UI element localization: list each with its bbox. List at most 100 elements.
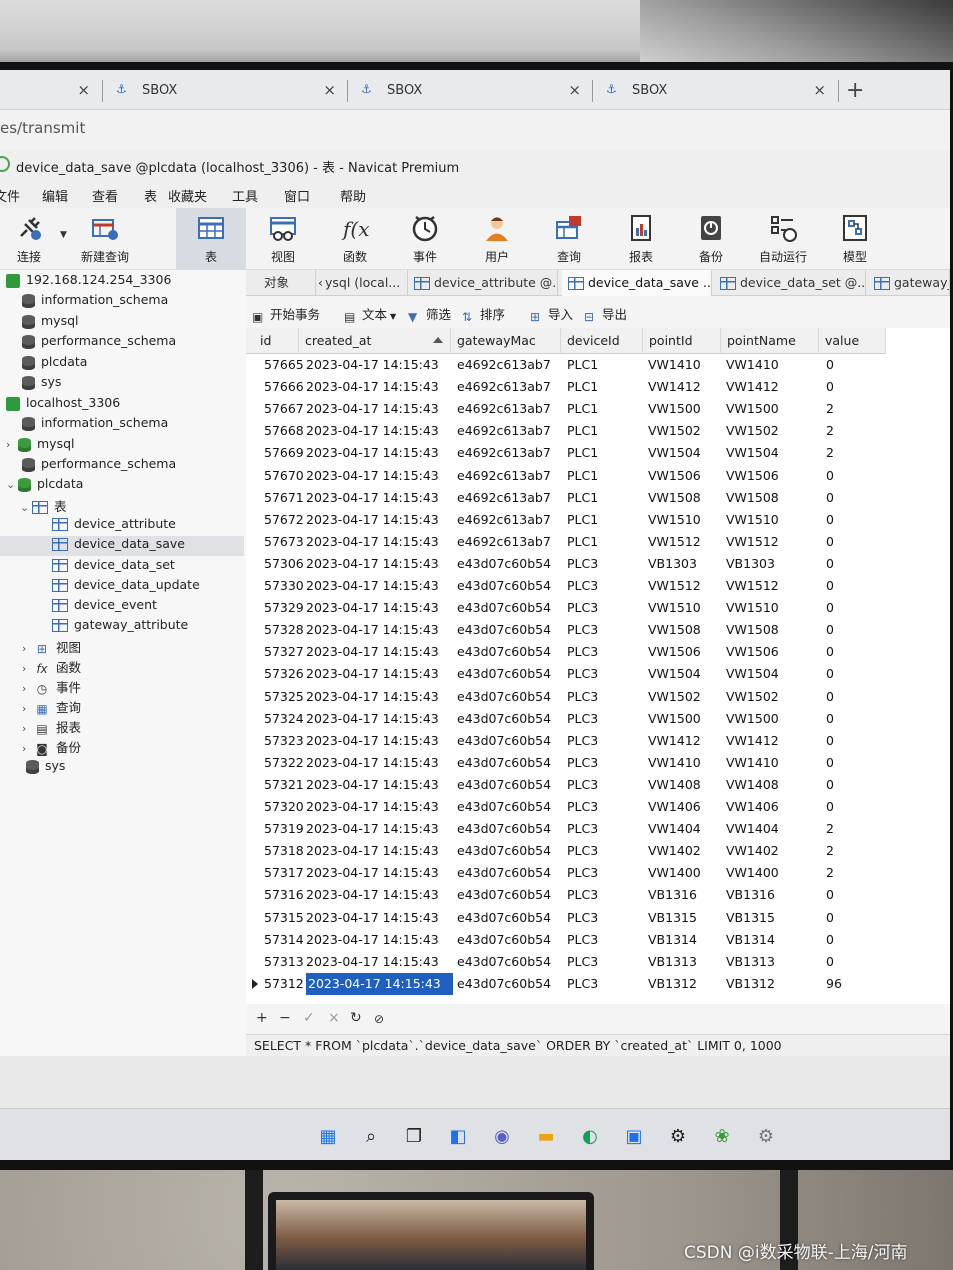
cell-point-name[interactable]: VW1404 <box>726 818 779 840</box>
cell-point-id[interactable]: VW1502 <box>648 420 701 442</box>
cell-device-id[interactable]: PLC1 <box>567 442 598 464</box>
table-row[interactable]: 57329 2023-04-17 14:15:43 e43d07c60b54 PLC3… <box>246 597 886 619</box>
cell-point-id[interactable]: VW1500 <box>648 398 701 420</box>
begin-transaction-button[interactable]: ▣ 开始事务 <box>252 304 320 324</box>
cell-created-at[interactable]: 2023-04-17 14:15:43 <box>306 509 439 531</box>
tree-table-device-event[interactable]: device_event <box>52 597 242 617</box>
task-view-icon[interactable]: ❐ <box>400 1123 428 1151</box>
cell-device-id[interactable]: PLC3 <box>567 862 598 884</box>
cell-value[interactable]: 2 <box>826 442 834 464</box>
cell-point-id[interactable]: VW1402 <box>648 840 701 862</box>
cell-created-at[interactable]: 2023-04-17 14:15:43 <box>306 663 439 685</box>
cell-point-name[interactable]: VW1504 <box>726 663 779 685</box>
edge-browser-icon[interactable]: ◐ <box>576 1123 604 1151</box>
cell-point-name[interactable]: VW1508 <box>726 619 779 641</box>
column-header-gateway-mac[interactable]: gatewayMac <box>451 328 561 354</box>
cell-value[interactable]: 0 <box>826 730 834 752</box>
cell-created-at[interactable]: 2023-04-17 14:15:43 <box>306 487 439 509</box>
cell-id[interactable]: 57315 <box>264 907 304 929</box>
table-row[interactable]: 57668 2023-04-17 14:15:43 e4692c613ab7 PLC1… <box>246 420 886 442</box>
menu-favorites[interactable]: 收藏夹 <box>168 186 207 205</box>
filter-button[interactable]: ▼ 筛选 <box>408 304 451 324</box>
cell-point-name[interactable]: VW1502 <box>726 686 779 708</box>
cell-point-id[interactable]: VW1508 <box>648 619 701 641</box>
cell-id[interactable]: 57670 <box>264 465 304 487</box>
cell-device-id[interactable]: PLC3 <box>567 951 598 973</box>
cell-gateway-mac[interactable]: e43d07c60b54 <box>457 774 551 796</box>
teams-chat-icon[interactable]: ◉ <box>488 1123 516 1151</box>
cell-gateway-mac[interactable]: e43d07c60b54 <box>457 796 551 818</box>
cell-point-id[interactable]: VW1410 <box>648 354 701 376</box>
event-button[interactable]: 事件 <box>390 208 460 270</box>
cell-gateway-mac[interactable]: e4692c613ab7 <box>457 509 551 531</box>
table-row[interactable]: 57324 2023-04-17 14:15:43 e43d07c60b54 PLC3… <box>246 708 886 730</box>
cell-created-at[interactable]: 2023-04-17 14:15:43 <box>306 354 439 376</box>
cell-id[interactable]: 57665 <box>264 354 304 376</box>
cell-point-id[interactable]: VB1314 <box>648 929 697 951</box>
file-explorer-icon[interactable]: ▬ <box>532 1123 560 1151</box>
cell-value[interactable]: 0 <box>826 575 834 597</box>
cell-point-id[interactable]: VB1313 <box>648 951 697 973</box>
cell-id[interactable]: 57329 <box>264 597 304 619</box>
chevron-right-icon[interactable]: › <box>22 642 34 655</box>
table-row[interactable]: 57316 2023-04-17 14:15:43 e43d07c60b54 PLC3… <box>246 884 886 906</box>
cell-value[interactable]: 0 <box>826 487 834 509</box>
close-icon[interactable]: × <box>77 81 90 99</box>
cell-point-name[interactable]: VW1402 <box>726 840 779 862</box>
cell-value[interactable]: 0 <box>826 884 834 906</box>
cell-value[interactable]: 0 <box>826 951 834 973</box>
tree-connection-localhost[interactable]: localhost_3306 <box>6 395 120 415</box>
cell-gateway-mac[interactable]: e43d07c60b54 <box>457 752 551 774</box>
tree-folder-reports[interactable]: › ▤ 报表 <box>22 717 81 737</box>
tree-folder-views[interactable]: › ⊞ 视图 <box>22 637 81 657</box>
cell-device-id[interactable]: PLC3 <box>567 774 598 796</box>
cell-point-name[interactable]: VW1510 <box>726 509 779 531</box>
cell-point-id[interactable]: VW1404 <box>648 818 701 840</box>
cell-value[interactable]: 0 <box>826 619 834 641</box>
menu-tools[interactable]: 工具 <box>232 186 258 205</box>
tree-db-information-schema[interactable]: information_schema <box>22 415 168 435</box>
cell-point-name[interactable]: VW1410 <box>726 354 779 376</box>
cell-value[interactable]: 0 <box>826 376 834 398</box>
import-button[interactable]: ⊞ 导入 <box>530 304 573 324</box>
cell-gateway-mac[interactable]: e43d07c60b54 <box>457 708 551 730</box>
cell-created-at[interactable]: 2023-04-17 14:15:43 <box>306 972 453 995</box>
cell-value[interactable]: 0 <box>826 354 834 376</box>
cell-point-id[interactable]: VW1400 <box>648 862 701 884</box>
table-row[interactable]: 57314 2023-04-17 14:15:43 e43d07c60b54 PLC3… <box>246 929 886 951</box>
cell-point-name[interactable]: VB1313 <box>726 951 775 973</box>
menu-help[interactable]: 帮助 <box>340 186 366 205</box>
tree-table-device-data-save[interactable]: device_data_save <box>0 536 244 556</box>
cell-point-name[interactable]: VB1312 <box>726 973 775 995</box>
cell-value[interactable]: 0 <box>826 686 834 708</box>
new-tab-plus-icon[interactable]: + <box>846 78 864 103</box>
cell-created-at[interactable]: 2023-04-17 14:15:43 <box>306 641 439 663</box>
cell-gateway-mac[interactable]: e43d07c60b54 <box>457 951 551 973</box>
cell-device-id[interactable]: PLC1 <box>567 531 598 553</box>
cell-gateway-mac[interactable]: e4692c613ab7 <box>457 465 551 487</box>
cell-point-name[interactable]: VW1500 <box>726 708 779 730</box>
cell-point-id[interactable]: VW1504 <box>648 442 701 464</box>
cell-device-id[interactable]: PLC3 <box>567 929 598 951</box>
cell-created-at[interactable]: 2023-04-17 14:15:43 <box>306 686 439 708</box>
cell-gateway-mac[interactable]: e43d07c60b54 <box>457 907 551 929</box>
column-header-id[interactable]: id <box>254 328 299 354</box>
cell-point-name[interactable]: VW1408 <box>726 774 779 796</box>
cell-gateway-mac[interactable]: e43d07c60b54 <box>457 973 551 995</box>
text-view-button[interactable]: ▤ 文本 ▼ <box>344 304 396 324</box>
table-row[interactable]: 57325 2023-04-17 14:15:43 e43d07c60b54 PLC3… <box>246 686 886 708</box>
cell-value[interactable]: 2 <box>826 840 834 862</box>
cell-value[interactable]: 0 <box>826 907 834 929</box>
cell-device-id[interactable]: PLC1 <box>567 465 598 487</box>
navicat-taskbar-icon[interactable]: ❀ <box>708 1123 736 1151</box>
cell-device-id[interactable]: PLC3 <box>567 641 598 663</box>
cell-created-at[interactable]: 2023-04-17 14:15:43 <box>306 553 439 575</box>
cell-gateway-mac[interactable]: e4692c613ab7 <box>457 442 551 464</box>
cell-created-at[interactable]: 2023-04-17 14:15:43 <box>306 840 439 862</box>
cell-point-name[interactable]: VB1303 <box>726 553 775 575</box>
cell-created-at[interactable]: 2023-04-17 14:15:43 <box>306 575 439 597</box>
cell-point-id[interactable]: VW1508 <box>648 487 701 509</box>
cell-value[interactable]: 96 <box>826 973 842 995</box>
tree-db-mysql[interactable]: › mysql <box>6 436 75 456</box>
cell-gateway-mac[interactable]: e4692c613ab7 <box>457 487 551 509</box>
